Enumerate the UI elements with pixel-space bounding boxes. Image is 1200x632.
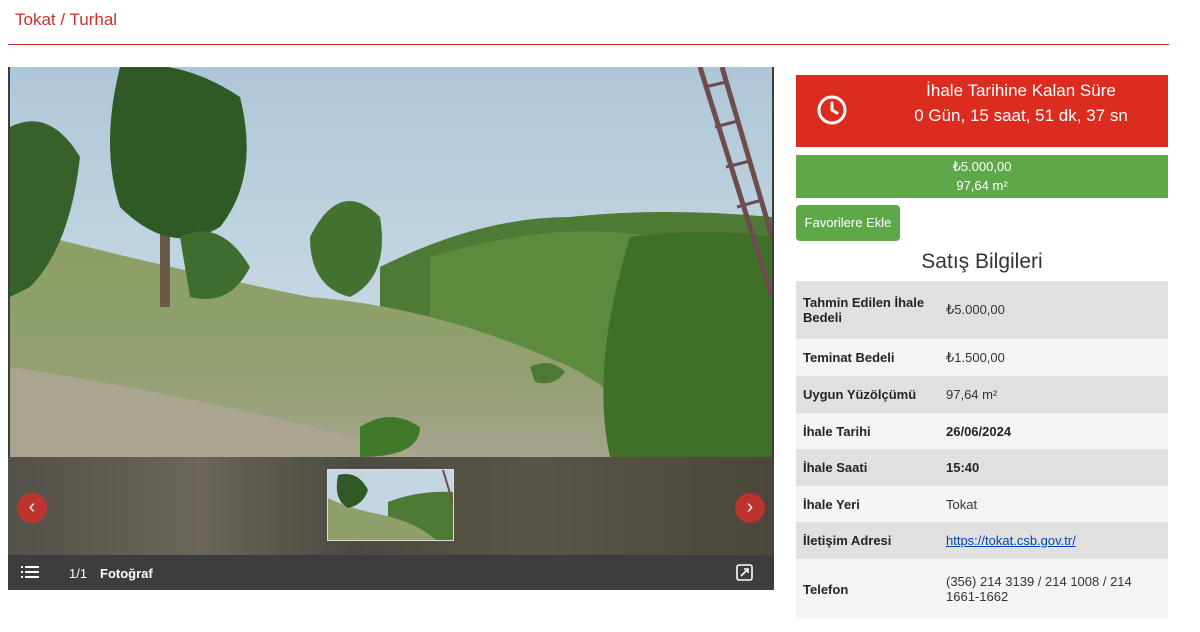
row-label: İhale Yeri [803,496,860,512]
page-header: Tokat / Turhal [8,0,1169,45]
photo-type-label: Fotoğraf [100,566,153,581]
countdown-banner: İhale Tarihine Kalan Süre 0 Gün, 15 saat… [796,75,1168,147]
row-label: Teminat Bedeli [803,350,895,365]
table-row: İletişim Adresi https://tokat.csb.gov.tr… [796,522,1168,559]
add-to-favorites-button[interactable]: Favorilere Ekle [796,205,900,241]
table-row: İhale Saati 15:40 [796,449,1168,486]
gallery-toolbar: 1/1 Fotoğraf [8,555,774,590]
list-icon[interactable] [21,564,39,580]
row-value: ₺1.500,00 [946,349,1005,365]
row-value: Tokat [946,496,978,512]
row-value: 97,64 m² [946,387,998,402]
row-label: İletişim Adresi [803,533,892,548]
photo-gallery: ‹ › 1/1 Fotoğraf [8,67,774,590]
row-value: (356) 214 3139 / 214 1008 / 214 1661-166… [946,574,1132,604]
main-photo[interactable] [10,67,772,457]
row-label: İhale Saati [803,460,868,475]
countdown-title: İhale Tarihine Kalan Süre [926,81,1116,100]
table-row: Uygun Yüzölçümü 97,64 m² [796,376,1168,413]
chevron-right-icon[interactable]: › [735,493,765,523]
table-row: İhale Yeri Tokat [796,486,1168,522]
table-row: Tahmin Edilen İhale Bedeli ₺5.000,00 [796,281,1168,339]
photo-counter: 1/1 [69,566,88,581]
row-value: 26/06/2024 [946,423,1012,439]
sales-info-title: Satış Bilgileri [921,250,1043,273]
clock-icon [817,95,847,125]
thumbnail-photo[interactable] [327,469,454,541]
row-value: ₺5.000,00 [946,302,1005,317]
table-row: Teminat Bedeli ₺1.500,00 [796,339,1168,376]
row-label: Telefon [803,581,849,597]
price-value: ₺5.000,00 [952,159,1012,174]
table-row: Telefon (356) 214 3139 / 214 1008 / 214 … [796,559,1168,619]
area-value: 97,64 m² [956,178,1008,193]
thumbnail-strip [8,457,774,555]
sales-info-table: Tahmin Edilen İhale Bedeli ₺5.000,00 Tem… [796,281,1168,619]
row-label: Tahmin Edilen İhale Bedeli [803,295,925,325]
row-label: İhale Tarihi [803,423,871,439]
location-title: Tokat / Turhal [15,10,118,29]
price-summary: ₺5.000,00 97,64 m² [796,155,1168,198]
row-value: 15:40 [946,460,980,475]
countdown-value: 0 Gün, 15 saat, 51 dk, 37 sn [914,106,1128,125]
row-label: Uygun Yüzölçümü [803,387,917,402]
chevron-left-icon[interactable]: ‹ [17,493,47,523]
contact-address-link[interactable]: https://tokat.csb.gov.tr/ [946,533,1076,548]
fullscreen-icon[interactable] [736,564,753,581]
table-row: İhale Tarihi 26/06/2024 [796,413,1168,449]
